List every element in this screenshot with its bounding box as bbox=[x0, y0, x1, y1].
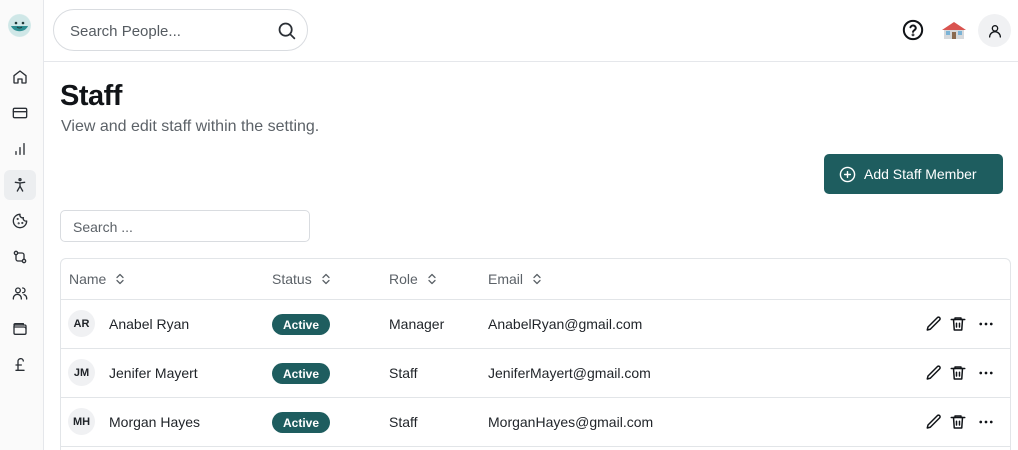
staff-name: Jenifer Mayert bbox=[109, 365, 198, 381]
status-badge: Active bbox=[272, 412, 331, 433]
status-badge: Active bbox=[272, 314, 331, 335]
more-horizontal-icon bbox=[979, 322, 993, 326]
sidebar-item-billing[interactable] bbox=[4, 98, 36, 128]
sidebar-item-children[interactable] bbox=[4, 206, 36, 236]
table-header: Name Status Role Email bbox=[61, 259, 1010, 300]
logo-icon bbox=[8, 14, 31, 37]
sidebar bbox=[0, 0, 44, 450]
sort-icon bbox=[533, 273, 541, 285]
add-staff-member-button[interactable]: Add Staff Member bbox=[824, 154, 1003, 194]
more-horizontal-icon bbox=[979, 420, 993, 424]
column-header-name[interactable]: Name bbox=[69, 271, 125, 287]
setting-house-icon[interactable] bbox=[941, 20, 967, 40]
table-row[interactable]: JM Jenifer Mayert Active Staff JeniferMa… bbox=[61, 349, 1010, 398]
accessibility-icon bbox=[14, 178, 26, 192]
wallet-icon bbox=[13, 323, 27, 335]
topbar bbox=[44, 0, 1018, 62]
avatar: MH bbox=[68, 408, 95, 435]
staff-email: AnabelRyan@gmail.com bbox=[488, 316, 643, 332]
sort-icon bbox=[322, 273, 330, 285]
git-compare-icon bbox=[13, 250, 27, 264]
staff-role: Staff bbox=[389, 414, 418, 430]
staff-email: JeniferMayert@gmail.com bbox=[488, 365, 651, 381]
page-title: Staff bbox=[60, 80, 122, 112]
sidebar-item-home[interactable] bbox=[4, 62, 36, 92]
cookie-icon bbox=[12, 213, 28, 229]
home-icon bbox=[13, 70, 27, 84]
avatar: JM bbox=[68, 359, 95, 386]
help-icon[interactable] bbox=[902, 19, 924, 41]
people-search[interactable] bbox=[53, 9, 308, 51]
table-row[interactable]: AR Anabel Ryan Active Manager AnabelRyan… bbox=[61, 300, 1010, 349]
sidebar-item-transfers[interactable] bbox=[4, 242, 36, 272]
staff-name: Morgan Hayes bbox=[109, 414, 201, 430]
user-icon bbox=[988, 24, 1001, 38]
column-header-role[interactable]: Role bbox=[389, 271, 437, 287]
bar-chart-icon bbox=[15, 143, 25, 155]
trash-icon bbox=[950, 366, 966, 380]
staff-role: Manager bbox=[389, 316, 445, 332]
more-button[interactable] bbox=[977, 315, 995, 333]
credit-card-icon bbox=[12, 107, 28, 119]
more-button[interactable] bbox=[977, 364, 995, 382]
pound-sterling-icon bbox=[15, 357, 25, 371]
page-subtitle: View and edit staff within the setting. bbox=[61, 118, 320, 135]
logo[interactable] bbox=[8, 14, 31, 37]
sidebar-item-people[interactable] bbox=[4, 278, 36, 308]
pencil-icon bbox=[926, 414, 941, 429]
pencil-icon bbox=[926, 365, 941, 380]
sidebar-item-staff[interactable] bbox=[4, 170, 36, 200]
pencil-icon bbox=[926, 316, 941, 331]
status-badge: Active bbox=[272, 363, 331, 384]
sidebar-item-finance[interactable] bbox=[4, 350, 36, 380]
edit-button[interactable] bbox=[925, 364, 943, 382]
people-search-input[interactable] bbox=[70, 20, 270, 42]
staff-name: Anabel Ryan bbox=[109, 316, 190, 332]
staff-role: Staff bbox=[389, 365, 418, 381]
sidebar-item-wallet[interactable] bbox=[4, 314, 36, 344]
edit-button[interactable] bbox=[925, 315, 943, 333]
more-button[interactable] bbox=[977, 413, 995, 431]
staff-search[interactable] bbox=[60, 210, 310, 242]
add-staff-member-label: Add Staff Member bbox=[864, 166, 977, 182]
sort-icon bbox=[116, 273, 125, 285]
column-header-email[interactable]: Email bbox=[488, 271, 542, 287]
column-header-status[interactable]: Status bbox=[272, 271, 331, 287]
delete-button[interactable] bbox=[949, 364, 967, 382]
trash-icon bbox=[950, 415, 966, 429]
table-row[interactable]: MH Morgan Hayes Active Staff MorganHayes… bbox=[61, 398, 1010, 447]
staff-table: Name Status Role Email AR Anabel Ryan Ac… bbox=[60, 258, 1011, 450]
user-menu-button[interactable] bbox=[978, 14, 1011, 47]
more-horizontal-icon bbox=[979, 371, 993, 375]
trash-icon bbox=[950, 317, 966, 331]
search-icon[interactable] bbox=[276, 20, 297, 41]
delete-button[interactable] bbox=[949, 315, 967, 333]
sort-icon bbox=[428, 273, 436, 285]
edit-button[interactable] bbox=[925, 413, 943, 431]
users-icon bbox=[12, 287, 28, 300]
delete-button[interactable] bbox=[949, 413, 967, 431]
staff-email: MorganHayes@gmail.com bbox=[488, 414, 654, 430]
app-root: Staff View and edit staff within the set… bbox=[0, 0, 1018, 450]
staff-search-input[interactable] bbox=[73, 218, 293, 236]
plus-circle-icon bbox=[839, 166, 856, 182]
avatar: AR bbox=[68, 310, 95, 337]
sidebar-item-reports[interactable] bbox=[4, 134, 36, 164]
